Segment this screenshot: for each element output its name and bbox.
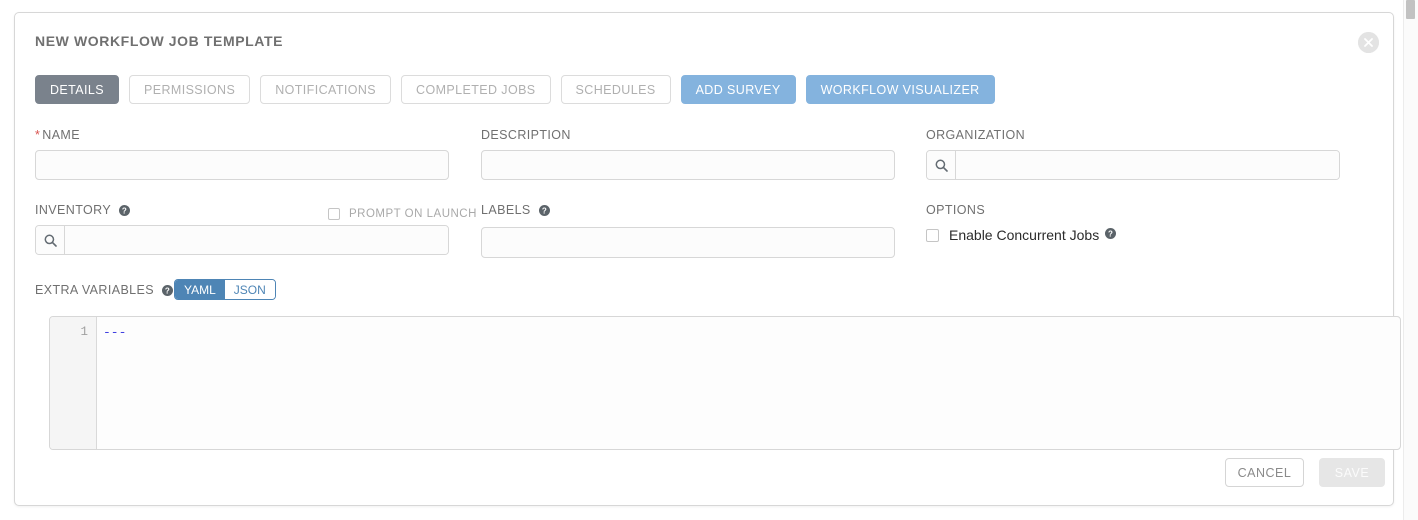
enable-concurrent-jobs-label: Enable Concurrent Jobs (949, 227, 1100, 243)
inventory-label: INVENTORY ? (35, 203, 130, 219)
organization-input[interactable] (956, 151, 1339, 179)
tab-permissions[interactable]: PERMISSIONS (128, 75, 251, 104)
organization-field[interactable] (926, 150, 1340, 180)
format-toggle: YAML JSON (174, 279, 276, 300)
page-title: NEW WORKFLOW JOB TEMPLATE (35, 33, 284, 49)
save-button[interactable]: SAVE (1319, 458, 1385, 487)
labels-input[interactable] (481, 227, 895, 258)
svg-text:?: ? (165, 286, 170, 295)
options-label: OPTIONS (926, 203, 986, 217)
inventory-input[interactable] (65, 226, 448, 254)
extra-variables-editor[interactable]: 1 --- (49, 316, 1401, 450)
cancel-button[interactable]: CANCEL (1225, 458, 1304, 487)
vertical-scrollbar-track[interactable] (1403, 0, 1418, 520)
add-survey-button[interactable]: ADD SURVEY (680, 75, 796, 104)
organization-label: ORGANIZATION (926, 128, 1026, 142)
search-icon (36, 226, 65, 254)
tab-schedules[interactable]: SCHEDULES (560, 75, 671, 104)
tab-completed-jobs[interactable]: COMPLETED JOBS (401, 75, 551, 104)
help-icon[interactable]: ? (1105, 226, 1117, 244)
prompt-on-launch-checkbox[interactable] (328, 208, 340, 220)
editor-code-content[interactable]: --- (97, 317, 1400, 449)
labels-label: LABELS ? (481, 203, 550, 219)
tab-bar: DETAILS PERMISSIONS NOTIFICATIONS COMPLE… (35, 75, 995, 104)
search-icon (927, 151, 956, 179)
new-workflow-job-template-panel: NEW WORKFLOW JOB TEMPLATE DETAILS PERMIS… (14, 12, 1401, 506)
prompt-on-launch-row[interactable]: PROMPT ON LAUNCH (328, 208, 477, 220)
svg-text:?: ? (541, 206, 546, 215)
help-icon[interactable]: ? (118, 205, 130, 219)
description-input[interactable] (481, 150, 895, 180)
vertical-scrollbar-thumb[interactable] (1406, 0, 1415, 19)
editor-line-numbers: 1 (50, 317, 97, 449)
description-label: DESCRIPTION (481, 128, 571, 142)
format-yaml-button[interactable]: YAML (175, 280, 225, 299)
extra-variables-label: EXTRA VARIABLES ? (35, 283, 173, 299)
enable-concurrent-jobs-row[interactable]: Enable Concurrent Jobs ? (926, 226, 1117, 244)
name-input[interactable] (35, 150, 449, 180)
workflow-visualizer-button[interactable]: WORKFLOW VISUALIZER (805, 75, 995, 104)
app-root: NEW WORKFLOW JOB TEMPLATE DETAILS PERMIS… (0, 0, 1418, 520)
tab-details[interactable]: DETAILS (35, 75, 119, 104)
help-icon[interactable]: ? (161, 285, 173, 299)
name-label: * NAME (35, 128, 80, 142)
enable-concurrent-jobs-checkbox[interactable] (926, 228, 939, 242)
required-asterisk: * (35, 128, 41, 142)
format-json-button[interactable]: JSON (224, 280, 275, 299)
prompt-on-launch-label: PROMPT ON LAUNCH (349, 208, 477, 220)
help-icon[interactable]: ? (538, 205, 550, 219)
tab-notifications[interactable]: NOTIFICATIONS (260, 75, 392, 104)
close-icon[interactable] (1358, 32, 1379, 53)
svg-text:?: ? (1108, 229, 1113, 238)
svg-text:?: ? (122, 206, 127, 215)
inventory-field[interactable] (35, 225, 449, 255)
